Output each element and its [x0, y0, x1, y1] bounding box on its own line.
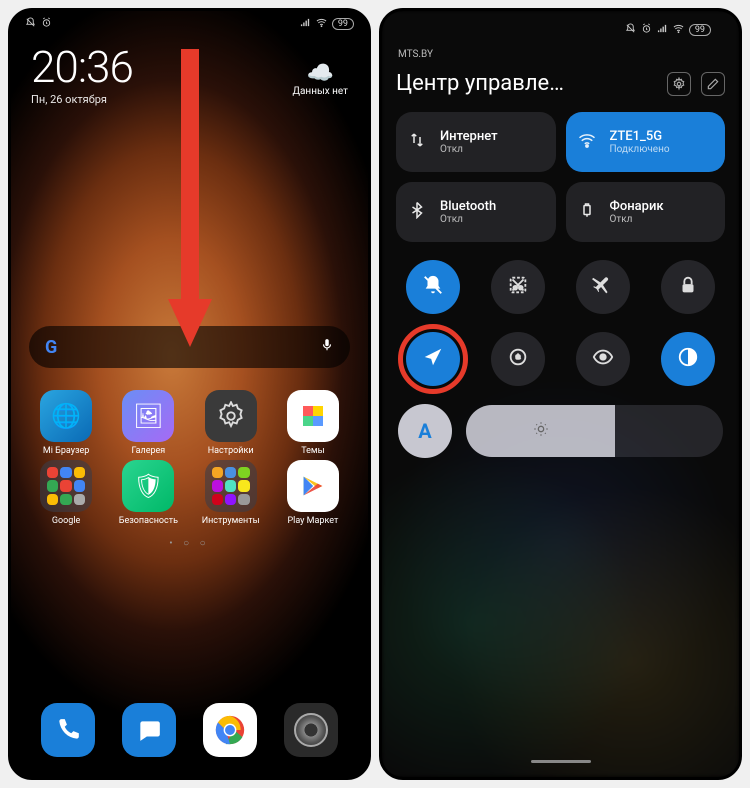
- app-label: Темы: [301, 446, 324, 456]
- tile-интернет[interactable]: Интернет Откл: [396, 112, 556, 172]
- dnd-icon: [25, 17, 36, 31]
- quick-tiles: Интернет Откл ZTE1_5G Подключено Bluetoo…: [396, 112, 725, 242]
- dock-messages[interactable]: [122, 703, 176, 757]
- app-icon: 🌐: [40, 390, 92, 442]
- weather-label: Данных нет: [292, 86, 348, 97]
- tile-фонарик[interactable]: Фонарик Откл: [566, 182, 726, 242]
- wifi-icon: [578, 131, 600, 153]
- signal-icon: [657, 23, 668, 37]
- toggle-lock[interactable]: [661, 260, 715, 314]
- app-label: Play Маркет: [287, 516, 338, 526]
- signal-icon: [300, 17, 311, 31]
- app-инструменты[interactable]: Инструменты: [190, 460, 272, 526]
- tile-name: Интернет: [440, 129, 498, 144]
- toggle-screenshot[interactable]: [491, 260, 545, 314]
- contrast-icon: [677, 346, 699, 373]
- bt-icon: [408, 201, 430, 223]
- app-label: Галерея: [132, 446, 166, 456]
- rotate-icon: [507, 346, 529, 373]
- app-настройки[interactable]: Настройки: [190, 390, 272, 456]
- ⇅-icon: [408, 131, 430, 153]
- app-label: Инструменты: [202, 516, 260, 526]
- lock-icon: [677, 274, 699, 301]
- app-icon: [205, 390, 257, 442]
- app-icon: [287, 390, 339, 442]
- edit-icon[interactable]: [701, 72, 725, 96]
- wifi-icon: [673, 23, 684, 37]
- toggle-location[interactable]: [406, 332, 460, 386]
- brightness-icon: [533, 421, 549, 441]
- app-безопасность[interactable]: 🛡 Безопасность: [107, 460, 189, 526]
- tile-bluetooth[interactable]: Bluetooth Откл: [396, 182, 556, 242]
- control-center-title: Центр управле…: [396, 71, 564, 96]
- app-icon: [40, 460, 92, 512]
- tile-zte1_5g[interactable]: ZTE1_5G Подключено: [566, 112, 726, 172]
- eye-icon: [592, 346, 614, 373]
- dock-phone[interactable]: [41, 703, 95, 757]
- toggle-dark-mode[interactable]: [661, 332, 715, 386]
- phone-home-screen: 99 20:36 Пн, 26 октября ☁️ Данных нет G …: [8, 8, 371, 780]
- app-label: Google: [52, 516, 80, 526]
- wifi-icon: [316, 17, 327, 31]
- tile-status: Откл: [440, 144, 498, 155]
- app-icon: [287, 460, 339, 512]
- google-logo-icon: G: [45, 337, 57, 358]
- app-mi-браузер[interactable]: 🌐 Mi Браузер: [25, 390, 107, 456]
- app-icon: [205, 460, 257, 512]
- dock-camera[interactable]: [284, 703, 338, 757]
- app-label: Безопасность: [119, 516, 178, 526]
- tile-status: Откл: [440, 214, 496, 225]
- app-google[interactable]: Google: [25, 460, 107, 526]
- settings-icon[interactable]: [667, 72, 691, 96]
- app-grid: 🌐 Mi Браузер 🖼 Галерея Настройки Темы Google 🛡 Б…: [11, 368, 368, 526]
- tile-name: ZTE1_5G: [610, 129, 670, 144]
- app-play-маркет[interactable]: Play Маркет: [272, 460, 354, 526]
- highlight-annotation: [398, 324, 468, 394]
- dock: [11, 689, 368, 777]
- google-search-bar[interactable]: G: [29, 326, 350, 368]
- toggle-grid: [396, 260, 725, 386]
- auto-brightness-toggle[interactable]: A: [398, 404, 452, 458]
- toggle-mute[interactable]: [406, 260, 460, 314]
- status-bar: 99: [11, 11, 368, 35]
- battery-indicator: 99: [689, 24, 711, 36]
- flash-icon: [578, 201, 600, 223]
- app-темы[interactable]: Темы: [272, 390, 354, 456]
- toggle-eye-comfort[interactable]: [576, 332, 630, 386]
- battery-indicator: 99: [332, 18, 354, 30]
- app-label: Mi Браузер: [43, 446, 90, 456]
- home-indicator[interactable]: [531, 760, 591, 763]
- snip-icon: [507, 274, 529, 301]
- plane-icon: [592, 274, 614, 301]
- phone-control-center: 99 MTS.BY Центр управле… Интернет Откл: [379, 8, 742, 780]
- tile-name: Bluetooth: [440, 199, 496, 214]
- app-галерея[interactable]: 🖼 Галерея: [107, 390, 189, 456]
- app-icon: 🖼: [122, 390, 174, 442]
- alarm-icon: [641, 23, 652, 37]
- weather-icon: ☁️: [292, 61, 348, 86]
- toggle-rotate-lock[interactable]: [491, 332, 545, 386]
- tile-status: Подключено: [610, 144, 670, 155]
- dnd-icon: [625, 23, 636, 37]
- carrier-label: MTS.BY: [398, 49, 433, 60]
- page-indicator: • ○ ○: [11, 538, 368, 549]
- tile-name: Фонарик: [610, 199, 664, 214]
- dock-chrome[interactable]: [203, 703, 257, 757]
- voice-search-icon[interactable]: [320, 336, 334, 358]
- bell-off-icon: [422, 274, 444, 301]
- tile-status: Откл: [610, 214, 664, 225]
- alarm-icon: [41, 17, 52, 31]
- toggle-airplane[interactable]: [576, 260, 630, 314]
- status-bar: 99: [396, 17, 725, 41]
- app-icon: 🛡: [122, 460, 174, 512]
- brightness-slider[interactable]: [466, 405, 723, 457]
- app-label: Настройки: [208, 446, 254, 456]
- weather-widget[interactable]: ☁️ Данных нет: [292, 61, 348, 97]
